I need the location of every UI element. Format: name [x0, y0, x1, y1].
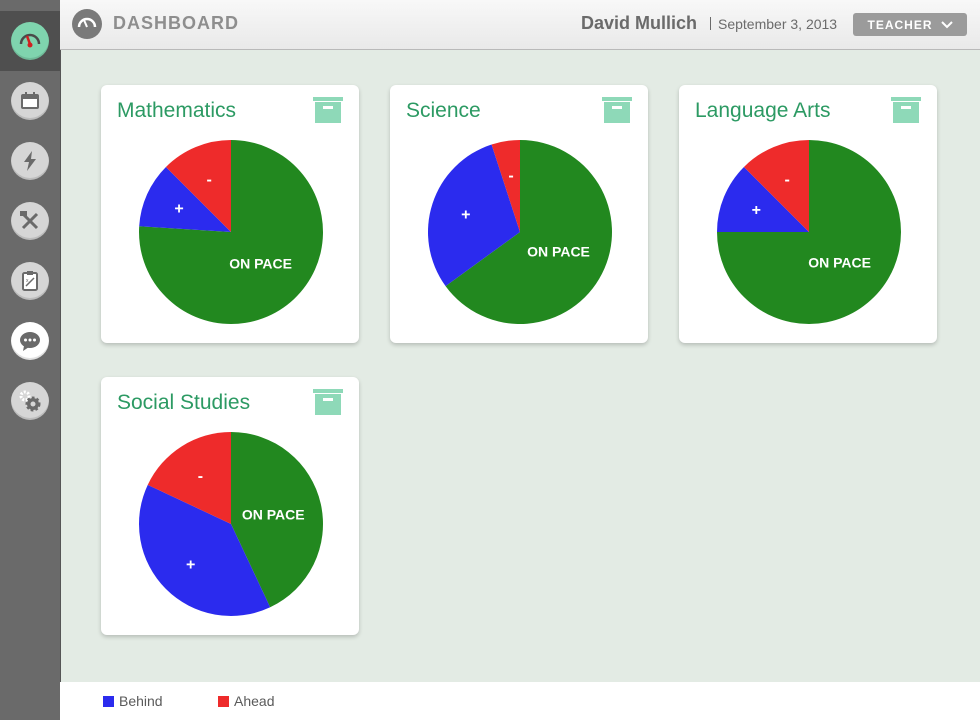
slice-label-on-pace: ON PACE: [808, 255, 871, 271]
role-dropdown[interactable]: TEACHER: [853, 13, 967, 36]
sidebar-item-settings[interactable]: [0, 371, 60, 431]
user-name: David Mullich: [581, 13, 698, 33]
logo-gauge-icon: [72, 9, 102, 39]
slice-label-ahead: -: [785, 171, 790, 188]
card-title: Language Arts: [695, 99, 831, 122]
slice-label-behind: +: [186, 556, 195, 573]
archive-icon[interactable]: [313, 389, 343, 415]
tools-icon: [11, 202, 49, 240]
legend: Behind Ahead: [60, 682, 980, 720]
sidebar-item-tools[interactable]: [0, 191, 60, 251]
archive-icon[interactable]: [602, 97, 632, 123]
subject-card-science[interactable]: Science ON PACE + -: [390, 85, 648, 343]
pie-chart: ON PACE + -: [139, 140, 323, 324]
legend-item-behind: Behind: [103, 693, 163, 709]
slice-label-behind: +: [461, 206, 470, 223]
card-title: Mathematics: [117, 99, 237, 122]
lightning-icon: [11, 142, 49, 180]
gauge-icon: [11, 22, 49, 60]
subject-card-mathematics[interactable]: Mathematics ON PACE + -: [101, 85, 359, 343]
current-date: September 3, 2013: [718, 16, 838, 32]
pie-chart: ON PACE + -: [139, 432, 323, 616]
legend-item-ahead: Ahead: [218, 693, 274, 709]
sidebar-item-messages[interactable]: [0, 311, 60, 371]
slice-label-on-pace: ON PACE: [527, 244, 590, 260]
subject-card-social-studies[interactable]: Social Studies ON PACE + -: [101, 377, 359, 635]
slice-label-on-pace: ON PACE: [242, 507, 305, 523]
legend-swatch: [103, 695, 114, 707]
card-title: Science: [406, 99, 481, 122]
chat-icon: [11, 322, 49, 360]
header: DASHBOARD David Mullich September 3, 201…: [60, 0, 980, 50]
chevron-down-icon: [940, 20, 953, 28]
slice-label-ahead: -: [207, 171, 212, 188]
subject-card-language-arts[interactable]: Language Arts ON PACE + -: [679, 85, 937, 343]
sidebar: x: [0, 0, 61, 720]
slice-label-behind: +: [174, 201, 183, 218]
sidebar-item-calendar[interactable]: [0, 71, 60, 131]
sidebar-item-dashboard[interactable]: [0, 11, 60, 71]
archive-icon[interactable]: [891, 97, 921, 123]
sidebar-item-activity[interactable]: [0, 131, 60, 191]
pie-chart: ON PACE + -: [428, 140, 612, 324]
legend-label: Ahead: [234, 693, 275, 709]
slice-label-behind: +: [752, 202, 761, 219]
role-label: TEACHER: [867, 17, 933, 32]
divider: [710, 17, 711, 30]
slice-label-ahead: -: [508, 168, 513, 185]
legend-label: Behind: [119, 693, 163, 709]
card-title: Social Studies: [117, 391, 251, 414]
archive-icon[interactable]: [313, 97, 343, 123]
clipboard-icon: x: [11, 262, 49, 300]
calendar-icon: [11, 82, 49, 120]
slice-label-on-pace: ON PACE: [229, 256, 292, 272]
sidebar-item-assignments[interactable]: x: [0, 251, 60, 311]
slice-label-ahead: -: [198, 468, 203, 485]
pie-chart: ON PACE + -: [717, 140, 901, 324]
settings-icon: [11, 382, 49, 420]
legend-swatch: [218, 695, 229, 707]
page-title: DASHBOARD: [113, 13, 239, 33]
